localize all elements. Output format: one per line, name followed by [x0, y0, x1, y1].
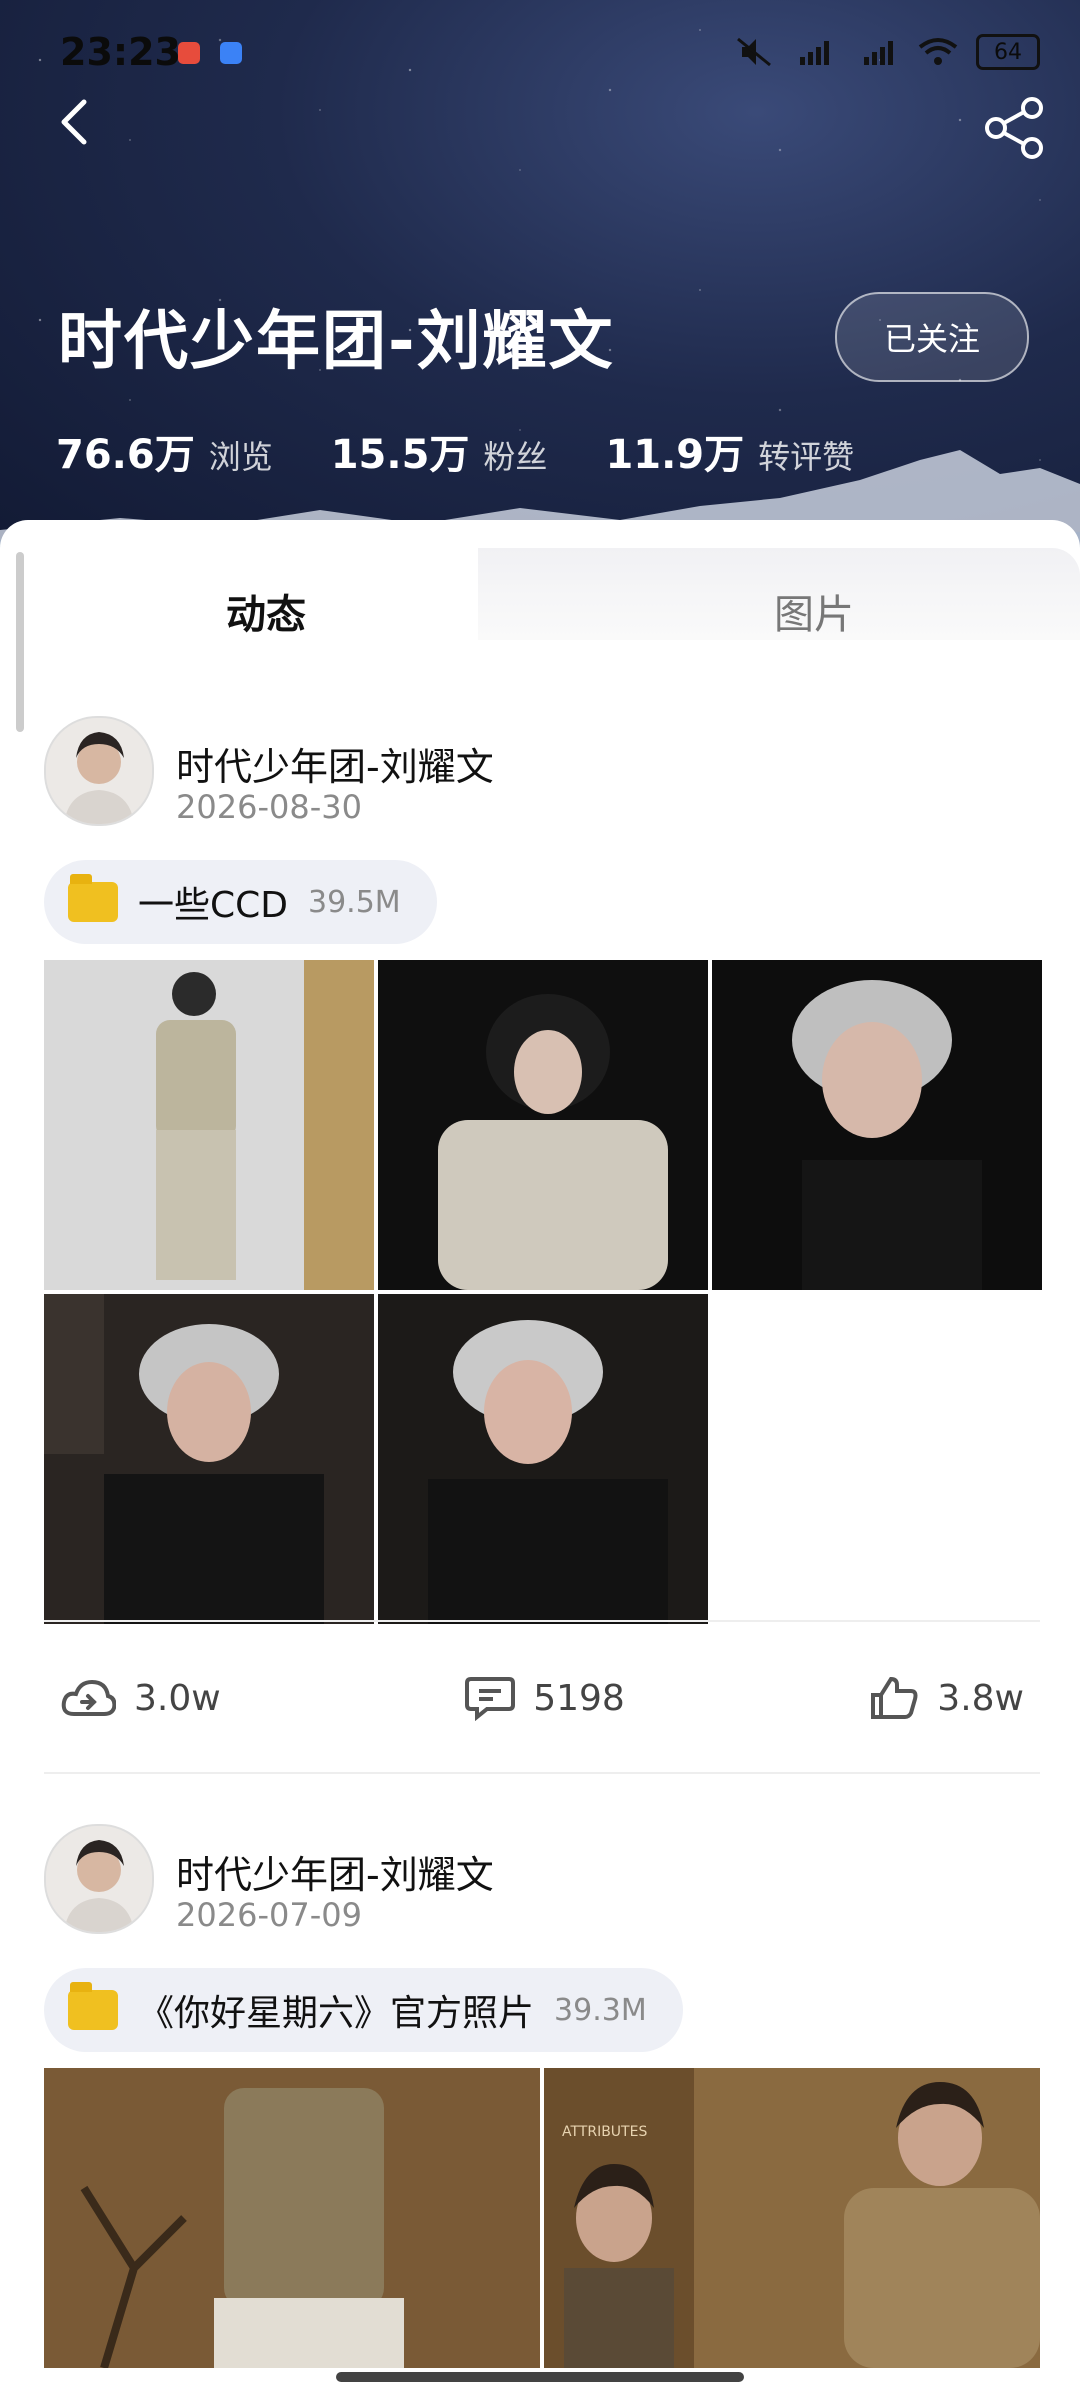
avatar[interactable]	[44, 716, 154, 826]
divider	[44, 1772, 1040, 1774]
back-arrow-icon[interactable]	[46, 92, 106, 152]
post-image[interactable]	[44, 2068, 540, 2368]
post-image-grid	[44, 960, 1042, 1624]
folder-icon	[68, 874, 118, 922]
divider	[44, 1620, 1040, 1622]
post-image[interactable]	[712, 960, 1042, 1290]
comment-count: 5198	[533, 1677, 625, 1719]
tab-images[interactable]: 图片	[774, 582, 854, 640]
post-date: 2026-08-30	[176, 788, 362, 826]
post-image[interactable]	[378, 960, 708, 1290]
avatar-image	[46, 1826, 152, 1932]
folder-name: 一些CCD	[138, 885, 288, 926]
stat-views: 76.6万 浏览	[56, 422, 273, 480]
status-time: 23:23	[60, 30, 181, 74]
notification-app-icon	[178, 42, 200, 64]
stat-value: 15.5万	[330, 432, 470, 478]
tab-feed[interactable]: 动态	[226, 582, 306, 640]
post-image[interactable]	[378, 1294, 708, 1624]
repost-count: 3.0w	[134, 1677, 221, 1719]
share-icon[interactable]	[980, 92, 1050, 162]
stat-value: 76.6万	[56, 432, 195, 478]
post-author-row: 时代少年团-刘耀文 2026-07-09	[44, 1824, 1040, 1934]
stat-fans: 15.5万 粉丝	[331, 422, 548, 480]
stat-value: 11.9万	[605, 432, 745, 478]
folder-chip[interactable]: 《你好星期六》官方照片 39.3M	[44, 1968, 683, 2052]
comment-icon	[465, 1677, 516, 1721]
folder-size: 39.5M	[308, 884, 401, 920]
battery-level: 64	[994, 39, 1022, 65]
notification-app-icon	[220, 42, 242, 64]
cloud-share-icon	[61, 1679, 116, 1716]
stat-label: 粉丝	[483, 438, 548, 476]
folder-name: 《你好星期六》官方照片	[138, 1993, 535, 2034]
stat-label: 转评赞	[758, 438, 855, 476]
home-indicator[interactable]	[336, 2372, 744, 2382]
profile-stats: 76.6万 浏览 15.5万 粉丝 11.9万 转评赞	[56, 422, 854, 480]
post-actions: 3.0w 5198 3.8w	[44, 1658, 1040, 1738]
post-author-name[interactable]: 时代少年团-刘耀文	[176, 736, 494, 791]
stat-interactions: 11.9万 转评赞	[605, 422, 854, 480]
post-image-grid: ATTRIBUTES	[44, 2068, 1040, 2368]
folder-size: 39.3M	[554, 1992, 647, 2028]
post-date: 2026-07-09	[176, 1896, 362, 1934]
status-icons: 64	[736, 34, 1040, 70]
status-bar: 23:23 64	[60, 22, 1040, 82]
post-image[interactable]	[44, 1294, 374, 1624]
like-count: 3.8w	[937, 1677, 1024, 1719]
folder-icon	[68, 1982, 118, 2030]
scrollbar[interactable]	[16, 552, 24, 732]
follow-button[interactable]: 已关注	[835, 292, 1029, 382]
wifi-icon	[918, 38, 958, 65]
signal-5g-icon	[800, 41, 829, 65]
repost-action[interactable]: 3.0w	[60, 1676, 221, 1720]
post-author-row: 时代少年团-刘耀文 2026-08-30	[44, 716, 1040, 826]
like-action[interactable]: 3.8w	[869, 1675, 1024, 1721]
thumbs-up-icon	[871, 1676, 918, 1719]
post-image[interactable]: ATTRIBUTES	[544, 2068, 1040, 2368]
battery-indicator: 64	[976, 34, 1040, 70]
image-label: ATTRIBUTES	[562, 2124, 647, 2140]
post-image[interactable]	[44, 960, 374, 1290]
comment-action[interactable]: 5198	[465, 1675, 625, 1721]
page-title: 时代少年团-刘耀文	[58, 305, 615, 379]
stat-label: 浏览	[208, 438, 273, 476]
post-author-name[interactable]: 时代少年团-刘耀文	[176, 1844, 494, 1899]
mute-icon	[737, 37, 771, 67]
avatar[interactable]	[44, 1824, 154, 1934]
avatar-image	[46, 718, 152, 824]
folder-chip[interactable]: 一些CCD 39.5M	[44, 860, 437, 944]
signal-5g-icon	[864, 41, 893, 65]
